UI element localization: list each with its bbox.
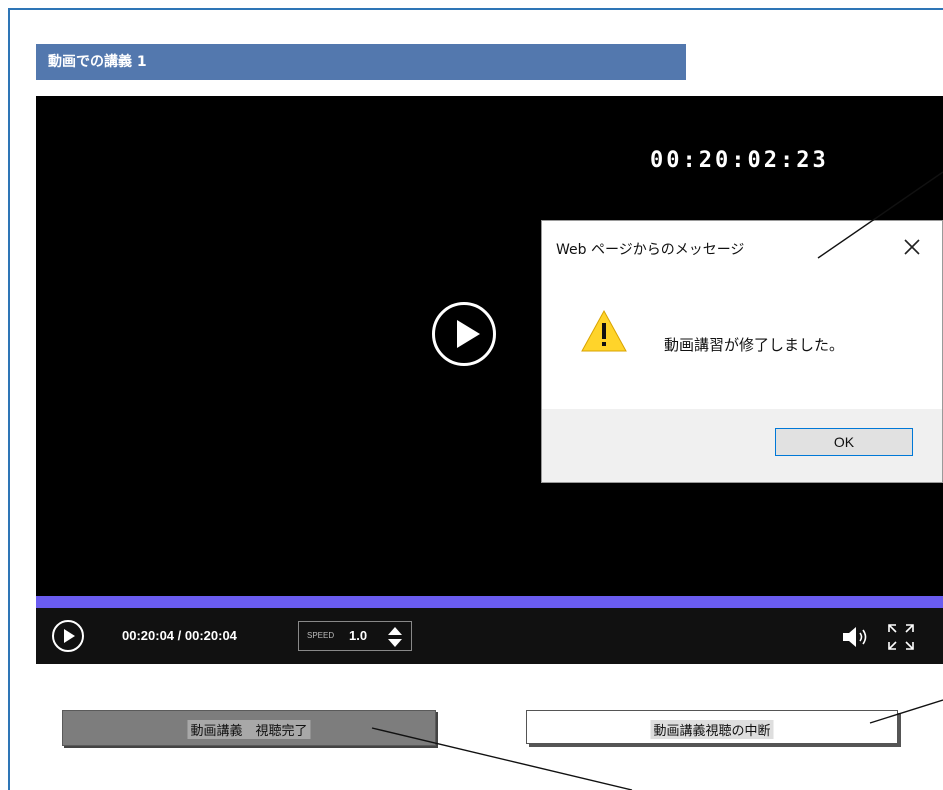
play-icon bbox=[457, 320, 480, 348]
section-title: 動画での講義 1 bbox=[36, 44, 686, 80]
play-icon bbox=[64, 629, 75, 643]
up-down-arrows-icon[interactable] bbox=[387, 626, 403, 648]
speed-label: SPEED bbox=[307, 631, 335, 640]
dialog-footer: OK bbox=[542, 409, 942, 482]
play-button[interactable] bbox=[52, 620, 84, 652]
big-play-button[interactable] bbox=[432, 302, 496, 366]
control-bar: 00:20:04 / 00:20:04 SPEED 1.0 bbox=[36, 608, 943, 664]
complete-viewing-label: 動画講義 視聴完了 bbox=[187, 720, 311, 739]
close-icon[interactable] bbox=[898, 233, 926, 261]
speed-control[interactable]: SPEED 1.0 bbox=[298, 621, 412, 651]
complete-viewing-button[interactable]: 動画講義 視聴完了 bbox=[62, 710, 436, 746]
dialog-message: 動画講習が修了しました。 bbox=[664, 336, 845, 354]
overlay-timecode: 00:20:02:23 bbox=[650, 148, 829, 173]
dialog-title: Web ページからのメッセージ bbox=[556, 242, 745, 258]
fullscreen-icon[interactable] bbox=[886, 622, 916, 652]
message-dialog: Web ページからのメッセージ 動画講習が修了しました。 OK bbox=[541, 220, 943, 483]
volume-icon[interactable] bbox=[841, 626, 871, 648]
speed-value: 1.0 bbox=[349, 628, 368, 643]
progress-bar[interactable] bbox=[36, 596, 943, 608]
warning-icon bbox=[581, 309, 627, 352]
suspend-viewing-label: 動画講義視聴の中断 bbox=[650, 720, 774, 739]
progress-fill bbox=[36, 596, 943, 608]
ok-button[interactable]: OK bbox=[775, 428, 913, 456]
time-display: 00:20:04 / 00:20:04 bbox=[122, 628, 237, 643]
suspend-viewing-button[interactable]: 動画講義視聴の中断 bbox=[526, 710, 898, 744]
